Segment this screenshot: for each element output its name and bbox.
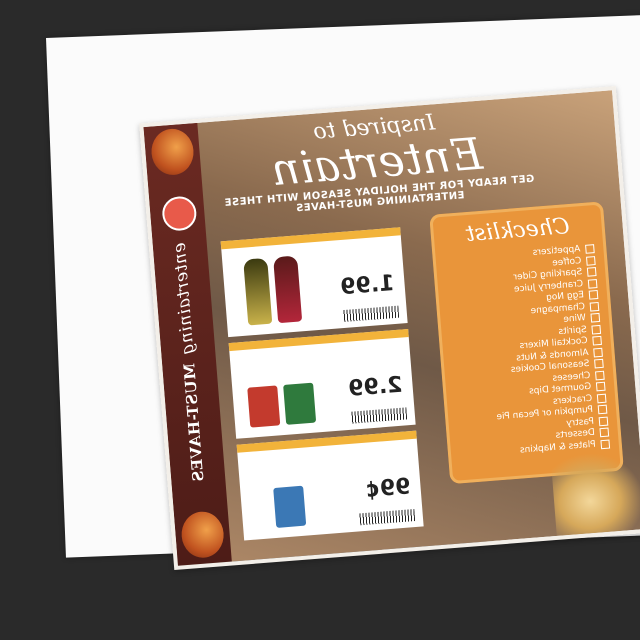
checkbox-icon — [585, 255, 596, 266]
checklist-title: Checklist — [464, 214, 571, 248]
offer-price: 1.99 — [339, 271, 396, 301]
champagne-glasses-image — [550, 449, 640, 536]
barcode-icon — [342, 305, 400, 323]
checkbox-icon — [590, 313, 601, 323]
sparkling-cider-bottle-icon — [243, 257, 273, 326]
checkbox-icon — [599, 427, 610, 438]
checkbox-icon — [588, 290, 599, 300]
autumn-leaf-icon — [149, 127, 196, 177]
checkbox-icon — [592, 336, 602, 346]
brand-logo-icon — [161, 195, 198, 232]
entertaining-flyer: entertaining MUST-HAVES Inspired to Ente… — [139, 85, 640, 571]
product-box-icon — [247, 385, 281, 428]
checklist-panel: Checklist Appetizers Coffee Sparkling Cide… — [429, 201, 624, 485]
spine-script: entertaining — [169, 241, 199, 356]
product-image — [230, 250, 315, 326]
sparkling-cider-bottle-icon — [273, 255, 303, 324]
offer-card: 99¢ — [236, 430, 424, 541]
product-image — [246, 454, 331, 530]
offer-price: 99¢ — [363, 474, 412, 504]
barcode-icon — [358, 509, 416, 526]
checkbox-icon — [587, 278, 598, 289]
spine-label: MUST-HAVES — [180, 362, 208, 483]
checkbox-icon — [595, 381, 606, 392]
checkbox-icon — [594, 359, 604, 369]
checkbox-icon — [589, 301, 600, 312]
checkbox-icon — [597, 404, 608, 415]
offer-column: 1.99 2.99 99¢ — [220, 227, 424, 541]
checkbox-icon — [586, 267, 597, 277]
offer-card: 2.99 — [228, 328, 416, 439]
product-box-icon — [273, 485, 307, 528]
checkbox-icon — [600, 439, 611, 449]
barcode-icon — [350, 407, 408, 424]
checkbox-icon — [598, 416, 609, 427]
offer-price: 2.99 — [347, 372, 404, 402]
photo-background: entertaining MUST-HAVES Inspired to Ente… — [0, 0, 640, 640]
checklist-items: Appetizers Coffee Sparkling Cider Cranberry… — [444, 243, 611, 461]
offer-card: 1.99 — [220, 227, 408, 338]
checkbox-icon — [596, 393, 607, 404]
checkbox-icon — [585, 244, 595, 255]
checkbox-icon — [595, 370, 605, 381]
product-image — [238, 352, 323, 428]
product-box-icon — [283, 382, 317, 425]
checkbox-icon — [593, 347, 603, 358]
checkbox-icon — [591, 324, 602, 335]
